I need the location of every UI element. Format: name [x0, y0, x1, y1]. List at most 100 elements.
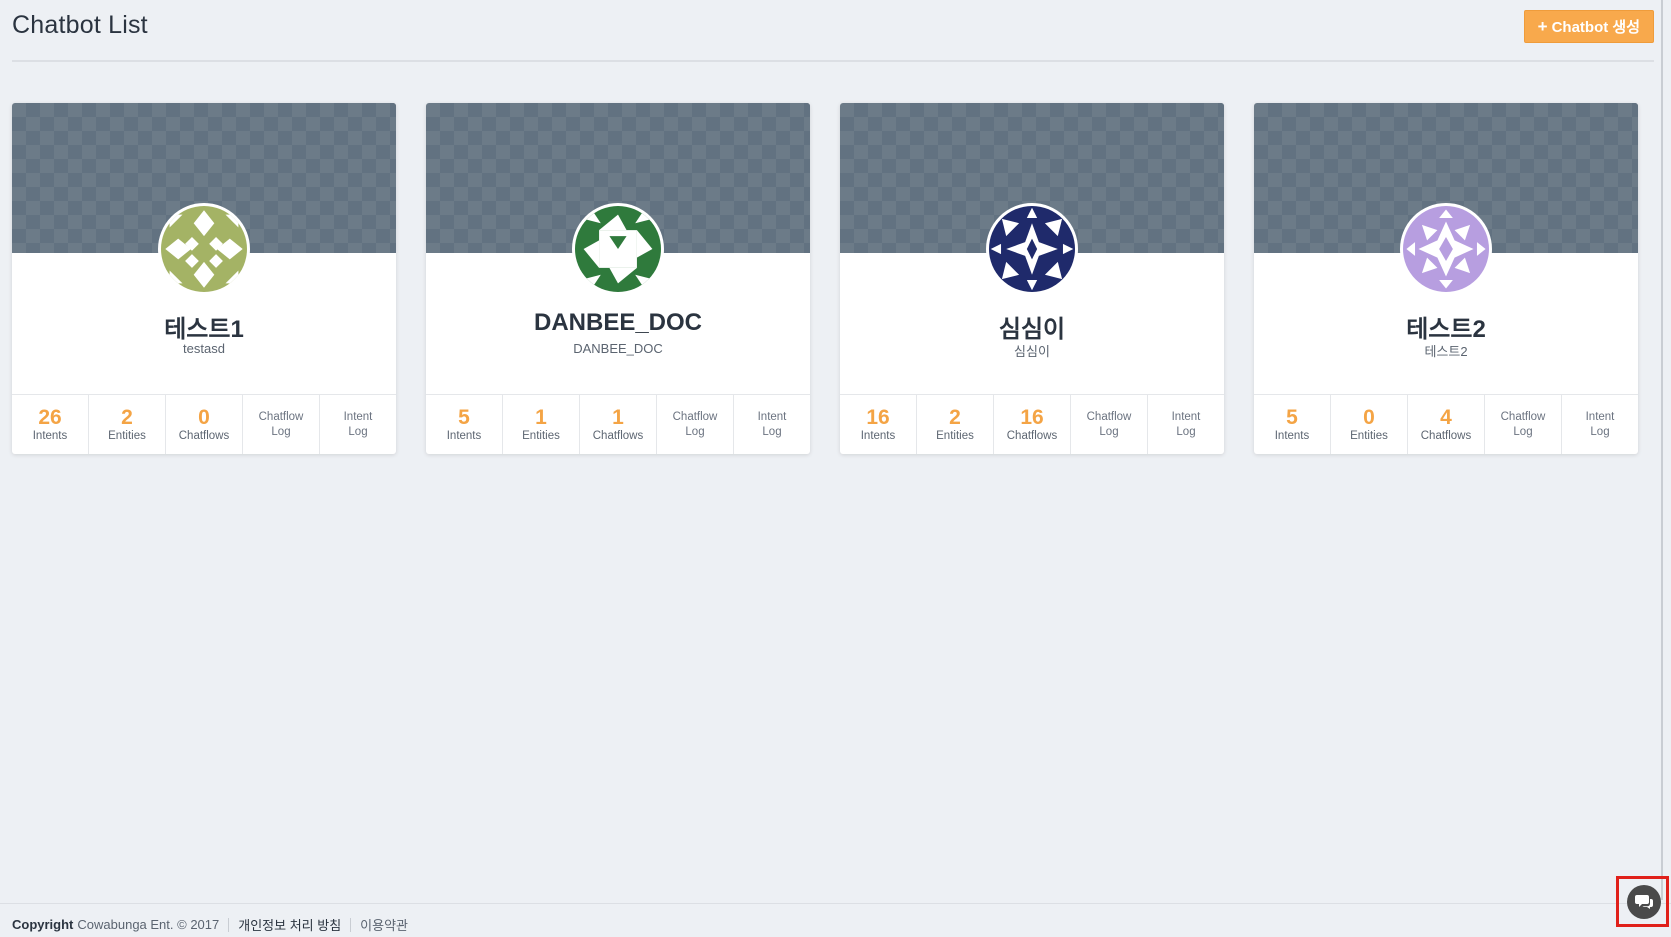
stat-entities[interactable]: 1 Entities — [503, 395, 580, 454]
chatbot-name[interactable]: 테스트1 — [12, 309, 396, 344]
footer-content: Copyright Cowabunga Ent. © 2017 개인정보 처리 … — [12, 915, 408, 934]
chatbot-stats: 16 Intents 2 Entities 16 Chatflows Chatf… — [840, 394, 1224, 454]
stat-value: 5 — [458, 406, 470, 429]
chatbot-avatar — [158, 203, 250, 295]
stat-label: Intents — [446, 430, 482, 442]
chatbot-stats: 5 Intents 0 Entities 4 Chatflows Chatflo… — [1254, 394, 1638, 454]
log-label-line1: Intent — [1585, 410, 1615, 423]
identicon-icon — [989, 206, 1075, 292]
identicon-icon — [575, 206, 661, 292]
chatbot-stats: 26 Intents 2 Entities 0 Chatflows Chatfl… — [12, 394, 396, 454]
log-label-line2: Log — [271, 425, 291, 438]
stat-chatflows[interactable]: 16 Chatflows — [994, 395, 1071, 454]
chatbot-subtitle: 테스트2 — [1424, 344, 1468, 359]
chatbot-name[interactable]: DANBEE_DOC — [426, 309, 810, 337]
chatbot-avatar — [986, 203, 1078, 295]
copyright-text: Cowabunga Ent. © 2017 — [77, 917, 220, 932]
stat-value: 4 — [1440, 406, 1452, 429]
stat-chatflows[interactable]: 0 Chatflows — [166, 395, 243, 454]
chatbot-name[interactable]: 심심이 — [840, 309, 1224, 344]
log-label-line1: Chatflow — [672, 410, 718, 423]
chatflow-log-link[interactable]: Chatflow Log — [1485, 395, 1562, 454]
stat-value: 0 — [198, 406, 210, 429]
log-label-line1: Intent — [343, 410, 373, 423]
log-label-line1: Chatflow — [1500, 410, 1546, 423]
intent-log-link[interactable]: Intent Log — [734, 395, 810, 454]
stat-intents[interactable]: 5 Intents — [426, 395, 503, 454]
intent-log-link[interactable]: Intent Log — [1148, 395, 1224, 454]
log-label-line1: Chatflow — [258, 410, 304, 423]
intent-log-link[interactable]: Intent Log — [1562, 395, 1638, 454]
terms-link[interactable]: 이용약관 — [360, 915, 408, 934]
stat-value: 26 — [38, 406, 62, 429]
stat-label: Chatflows — [1006, 430, 1058, 442]
stat-value: 2 — [949, 406, 961, 429]
identicon-icon — [1403, 206, 1489, 292]
log-label-line2: Log — [1176, 425, 1196, 438]
log-label-line1: Intent — [1171, 410, 1201, 423]
stat-label: Entities — [1350, 430, 1388, 442]
log-label-line2: Log — [1513, 425, 1533, 438]
stat-value: 1 — [612, 406, 624, 429]
chatbot-avatar — [572, 203, 664, 295]
stat-chatflows[interactable]: 4 Chatflows — [1408, 395, 1485, 454]
chatbot-card[interactable]: 심심이 심심이 16 Intents 2 Entities 16 Chatflo… — [840, 103, 1224, 454]
stat-entities[interactable]: 2 Entities — [917, 395, 994, 454]
chat-bubbles-icon — [1635, 895, 1653, 909]
stat-label: Chatflows — [592, 430, 644, 442]
log-label-line2: Log — [1099, 425, 1119, 438]
stat-chatflows[interactable]: 1 Chatflows — [580, 395, 657, 454]
chat-widget-button[interactable] — [1627, 885, 1661, 919]
identicon-icon — [161, 206, 247, 292]
log-label-line2: Log — [762, 425, 782, 438]
stat-label: Entities — [522, 430, 560, 442]
chatbot-name[interactable]: 테스트2 — [1254, 309, 1638, 344]
plus-icon: + — [1537, 17, 1548, 36]
page-title: Chatbot List — [12, 11, 148, 39]
chatbot-stats: 5 Intents 1 Entities 1 Chatflows Chatflo… — [426, 394, 810, 454]
chatflow-log-link[interactable]: Chatflow Log — [1071, 395, 1148, 454]
footer: Copyright Cowabunga Ent. © 2017 개인정보 처리 … — [0, 903, 1671, 937]
footer-divider — [228, 917, 230, 932]
chatflow-log-link[interactable]: Chatflow Log — [657, 395, 734, 454]
create-chatbot-button[interactable]: + Chatbot 생성 — [1523, 10, 1654, 43]
scrollbar[interactable] — [1661, 0, 1671, 900]
copyright-label: Copyright — [12, 917, 74, 932]
stat-label: Chatflows — [1420, 430, 1472, 442]
stat-label: Intents — [32, 430, 68, 442]
log-label-line1: Intent — [757, 410, 787, 423]
footer-divider — [350, 917, 352, 932]
stat-intents[interactable]: 16 Intents — [840, 395, 917, 454]
log-label-line2: Log — [685, 425, 705, 438]
page-header: Chatbot List + Chatbot 생성 — [12, 0, 1654, 62]
create-chatbot-label: Chatbot 생성 — [1551, 19, 1640, 36]
chatbot-subtitle: 심심이 — [1014, 344, 1050, 359]
chat-widget-highlight — [1616, 876, 1669, 927]
log-label-line1: Chatflow — [1086, 410, 1132, 423]
stat-intents[interactable]: 5 Intents — [1254, 395, 1331, 454]
chatbot-card[interactable]: 테스트1 testasd 26 Intents 2 Entities 0 Cha… — [12, 103, 396, 454]
stat-entities[interactable]: 0 Entities — [1331, 395, 1408, 454]
log-label-line2: Log — [348, 425, 368, 438]
page: Chatbot List + Chatbot 생성 테스트1 testasd 2… — [0, 0, 1671, 937]
chatbot-subtitle: testasd — [183, 341, 225, 356]
privacy-policy-link[interactable]: 개인정보 처리 방침 — [238, 915, 341, 934]
stat-value: 0 — [1363, 406, 1375, 429]
stat-value: 2 — [121, 406, 133, 429]
chatbot-card[interactable]: DANBEE_DOC DANBEE_DOC 5 Intents 1 Entiti… — [426, 103, 810, 454]
log-label-line2: Log — [1590, 425, 1610, 438]
chatflow-log-link[interactable]: Chatflow Log — [243, 395, 320, 454]
stat-intents[interactable]: 26 Intents — [12, 395, 89, 454]
stat-label: Entities — [108, 430, 146, 442]
stat-label: Intents — [860, 430, 896, 442]
stat-label: Chatflows — [178, 430, 230, 442]
chatbot-avatar — [1400, 203, 1492, 295]
intent-log-link[interactable]: Intent Log — [320, 395, 396, 454]
stat-value: 16 — [866, 406, 890, 429]
chatbot-card[interactable]: 테스트2 테스트2 5 Intents 0 Entities 4 Chatflo… — [1254, 103, 1638, 454]
chatbot-subtitle: DANBEE_DOC — [573, 341, 663, 356]
stat-entities[interactable]: 2 Entities — [89, 395, 166, 454]
stat-label: Intents — [1274, 430, 1310, 442]
stat-label: Entities — [936, 430, 974, 442]
stat-value: 16 — [1020, 406, 1044, 429]
